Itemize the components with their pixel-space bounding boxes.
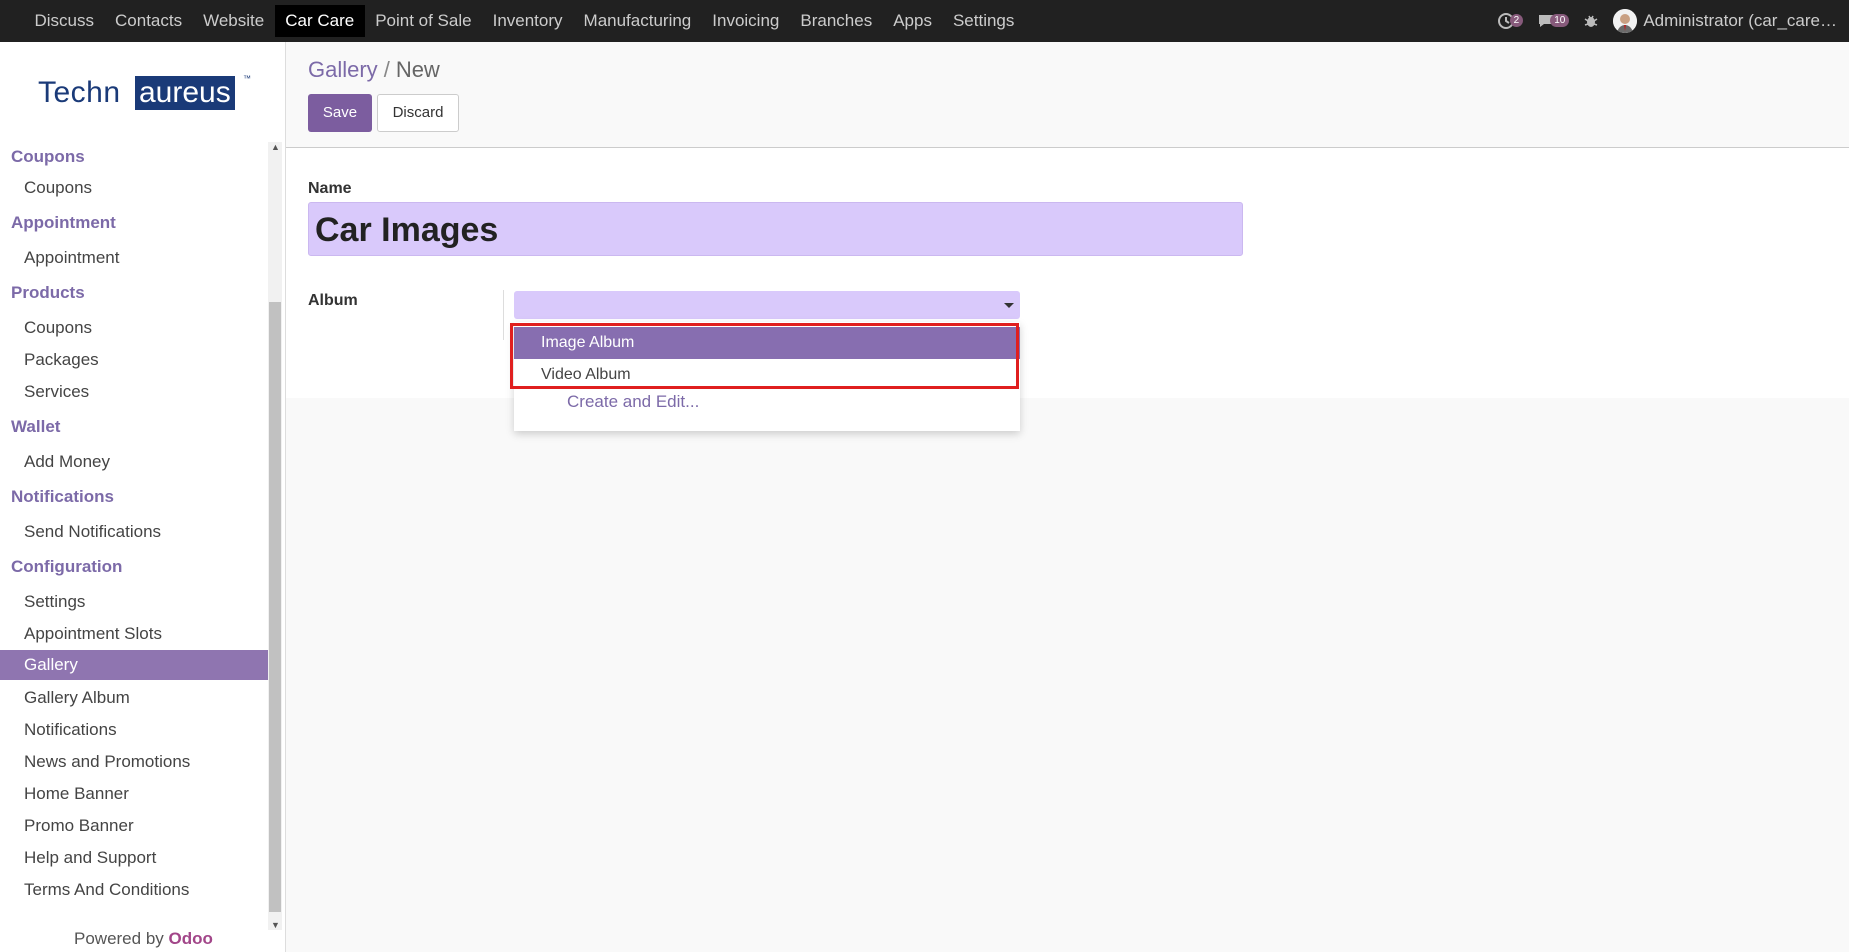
logo-text-2: aureus — [135, 76, 235, 110]
top-navbar: Discuss Contacts Website Car Care Point … — [0, 0, 1849, 43]
odoo-link[interactable]: Odoo — [169, 929, 213, 948]
menu-inventory[interactable]: Inventory — [482, 5, 573, 37]
sidebar-item-gallery[interactable]: Gallery — [0, 650, 268, 680]
breadcrumb-separator: / — [383, 57, 390, 82]
control-panel: Gallery / New Save Discard — [286, 42, 1849, 148]
menu-discuss[interactable]: Discuss — [24, 5, 105, 37]
sidebar-item-appointment-slots[interactable]: Appointment Slots — [0, 618, 268, 650]
main-menu: Discuss Contacts Website Car Care Point … — [24, 0, 1025, 42]
messages-button[interactable]: 10 — [1537, 13, 1570, 29]
menu-apps[interactable]: Apps — [883, 5, 943, 37]
chevron-down-icon[interactable] — [1004, 303, 1014, 308]
user-menu[interactable]: Administrator (car_care… — [1613, 9, 1837, 33]
sidebar-item-product-coupons[interactable]: Coupons — [0, 312, 268, 344]
name-field[interactable]: Car Images — [308, 202, 1243, 256]
sidebar-item-coupons[interactable]: Coupons — [0, 172, 268, 204]
sidebar-item-appointment[interactable]: Appointment — [0, 242, 268, 274]
discard-button[interactable]: Discard — [377, 94, 459, 132]
album-label: Album — [308, 292, 358, 309]
debug-button[interactable] — [1583, 13, 1599, 29]
breadcrumb: Gallery / New — [308, 57, 440, 83]
activity-button[interactable]: 2 — [1497, 12, 1524, 30]
bug-icon — [1584, 15, 1598, 27]
breadcrumb-gallery[interactable]: Gallery — [308, 57, 378, 82]
sidebar-item-news-and-promotions[interactable]: News and Promotions — [0, 746, 268, 778]
field-divider — [503, 290, 504, 340]
menu-car-care[interactable]: Car Care — [274, 5, 365, 37]
company-logo: Techn aureus ™ — [38, 74, 251, 114]
section-coupons: Coupons — [11, 147, 85, 166]
menu-website[interactable]: Website — [193, 5, 275, 37]
menu-contacts[interactable]: Contacts — [105, 5, 193, 37]
section-notifications: Notifications — [11, 487, 114, 506]
sidebar-menu: Coupons Coupons Appointment Appointment … — [0, 142, 268, 906]
logo-trademark: ™ — [243, 74, 251, 83]
option-video-album[interactable]: Video Album — [514, 359, 1020, 391]
powered-by: Powered by Odoo — [74, 929, 213, 949]
menu-point-of-sale[interactable]: Point of Sale — [365, 5, 482, 37]
logo-text-1: Techn — [38, 76, 121, 109]
scroll-up-icon[interactable]: ▲ — [271, 142, 280, 152]
menu-settings[interactable]: Settings — [942, 5, 1024, 37]
album-dropdown: Image Album Video Album Create and Edit.… — [514, 322, 1020, 431]
section-configuration: Configuration — [11, 557, 123, 576]
sidebar-item-add-money[interactable]: Add Money — [0, 446, 268, 478]
sidebar-scrollbar[interactable]: ▲ ▼ — [268, 142, 282, 930]
sidebar-item-packages[interactable]: Packages — [0, 344, 268, 376]
menu-manufacturing[interactable]: Manufacturing — [573, 5, 702, 37]
section-appointment: Appointment — [11, 213, 116, 232]
section-products: Products — [11, 283, 85, 302]
scroll-down-icon[interactable]: ▼ — [271, 920, 280, 930]
create-and-edit-link[interactable]: Create and Edit... — [567, 392, 699, 412]
activity-count-badge: 2 — [1509, 13, 1524, 27]
sidebar-item-notifications[interactable]: Notifications — [0, 714, 268, 746]
breadcrumb-current: New — [395, 57, 440, 82]
sidebar-item-help-and-support[interactable]: Help and Support — [0, 842, 268, 874]
save-button[interactable]: Save — [308, 94, 372, 132]
menu-branches[interactable]: Branches — [790, 5, 883, 37]
avatar — [1613, 9, 1638, 33]
section-wallet: Wallet — [11, 417, 61, 436]
sidebar-item-home-banner[interactable]: Home Banner — [0, 778, 268, 810]
sidebar-item-send-notifications[interactable]: Send Notifications — [0, 516, 268, 548]
option-image-album[interactable]: Image Album — [514, 327, 1020, 359]
user-name: Administrator (car_care… — [1643, 11, 1837, 30]
name-label: Name — [308, 180, 352, 197]
sidebar-item-gallery-album[interactable]: Gallery Album — [0, 682, 268, 714]
app-sidebar: Techn aureus ™ Coupons Coupons Appointme… — [0, 42, 286, 952]
album-field[interactable] — [514, 291, 1020, 319]
messages-count-badge: 10 — [1550, 13, 1570, 27]
sidebar-item-promo-banner[interactable]: Promo Banner — [0, 810, 268, 842]
sidebar-item-services[interactable]: Services — [0, 376, 268, 408]
sidebar-item-settings[interactable]: Settings — [0, 586, 268, 618]
sidebar-item-terms-and-conditions[interactable]: Terms And Conditions — [0, 874, 268, 906]
menu-invoicing[interactable]: Invoicing — [702, 5, 790, 37]
systray: 2 10 Administrator (car_care… — [1497, 0, 1837, 42]
scrollbar-thumb[interactable] — [269, 302, 281, 912]
powered-by-text: Powered by — [74, 929, 164, 948]
